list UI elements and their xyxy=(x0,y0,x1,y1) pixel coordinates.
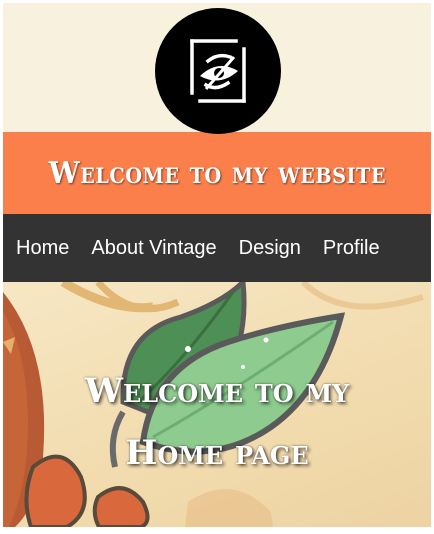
hero-title: Welcome to my Home page xyxy=(84,371,350,473)
nav-design[interactable]: Design xyxy=(228,237,312,260)
compass-eye-logo-icon xyxy=(190,39,246,103)
navbar: Home About Vintage Design Profile xyxy=(3,214,431,282)
site-title: Welcome to my website xyxy=(48,155,386,191)
welcome-banner: Welcome to my website xyxy=(3,132,431,214)
hero-section: Welcome to my Home page xyxy=(3,282,431,527)
nav-about-vintage[interactable]: About Vintage xyxy=(80,237,227,260)
logo-area xyxy=(3,3,431,134)
logo[interactable] xyxy=(155,8,281,134)
nav-home[interactable]: Home xyxy=(5,237,80,260)
page: Welcome to my website Home About Vintage… xyxy=(3,3,431,527)
nav-profile[interactable]: Profile xyxy=(312,237,391,260)
